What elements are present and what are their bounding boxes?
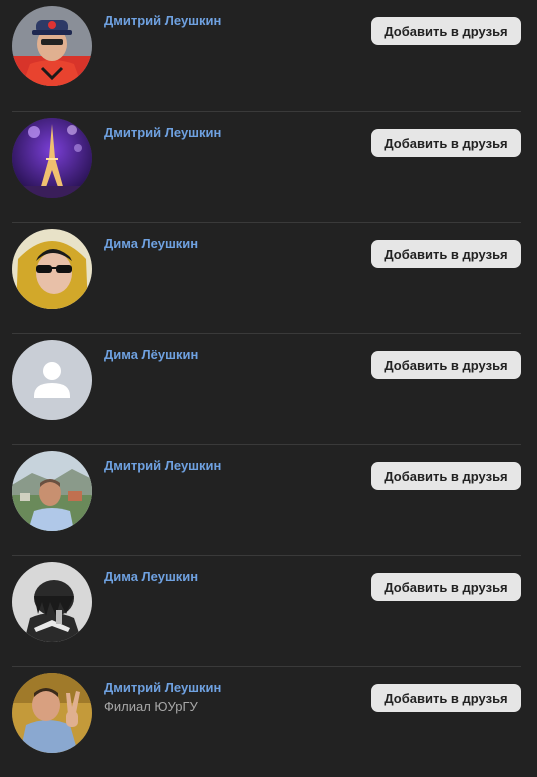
avatar-image [12,673,92,753]
add-friend-button[interactable]: Добавить в друзья [371,17,521,45]
avatar-image [12,340,92,420]
result-subtitle: Филиал ЮУрГУ [104,699,198,714]
result-row: Дмитрий Леушкин Добавить в друзья [12,444,521,555]
result-row: Дима Леушкин Добавить в друзья [12,222,521,333]
avatar-image [12,6,92,86]
result-row: Дмитрий Леушкин Добавить в друзья [12,0,521,111]
result-name-link[interactable]: Дмитрий Леушкин [104,125,221,140]
result-row: Дмитрий Леушкин Добавить в друзья [12,111,521,222]
add-friend-button[interactable]: Добавить в друзья [371,684,521,712]
eiffel-tower-avatar[interactable] [12,118,92,198]
add-friend-button[interactable]: Добавить в друзья [371,351,521,379]
hockey-photo-avatar[interactable] [12,6,92,86]
add-friend-button[interactable]: Добавить в друзья [371,462,521,490]
outdoor-photo-avatar[interactable] [12,451,92,531]
sunglasses-photo-avatar[interactable] [12,229,92,309]
result-name-link[interactable]: Дмитрий Леушкин [104,680,221,695]
avatar-image [12,451,92,531]
add-friend-button[interactable]: Добавить в друзья [371,573,521,601]
result-name-link[interactable]: Дмитрий Леушкин [104,13,221,28]
result-row: Дмитрий Леушкин Филиал ЮУрГУ Добавить в … [12,666,521,777]
result-name-link[interactable]: Дима Леушкин [104,236,198,251]
result-name-link[interactable]: Дима Лёушкин [104,347,198,362]
people-search-results: Дмитрий Леушкин Добавить в друзья Дмитри… [12,0,521,777]
add-friend-button[interactable]: Добавить в друзья [371,240,521,268]
avatar-image [12,229,92,309]
avatar-image [12,562,92,642]
peace-sign-photo-avatar[interactable] [12,673,92,753]
result-name-link[interactable]: Дима Леушкин [104,569,198,584]
anime-avatar[interactable] [12,562,92,642]
result-name-link[interactable]: Дмитрий Леушкин [104,458,221,473]
default-user-icon[interactable] [12,340,92,420]
add-friend-button[interactable]: Добавить в друзья [371,129,521,157]
avatar-image [12,118,92,198]
result-row: Дима Лёушкин Добавить в друзья [12,333,521,444]
result-row: Дима Леушкин Добавить в друзья [12,555,521,666]
